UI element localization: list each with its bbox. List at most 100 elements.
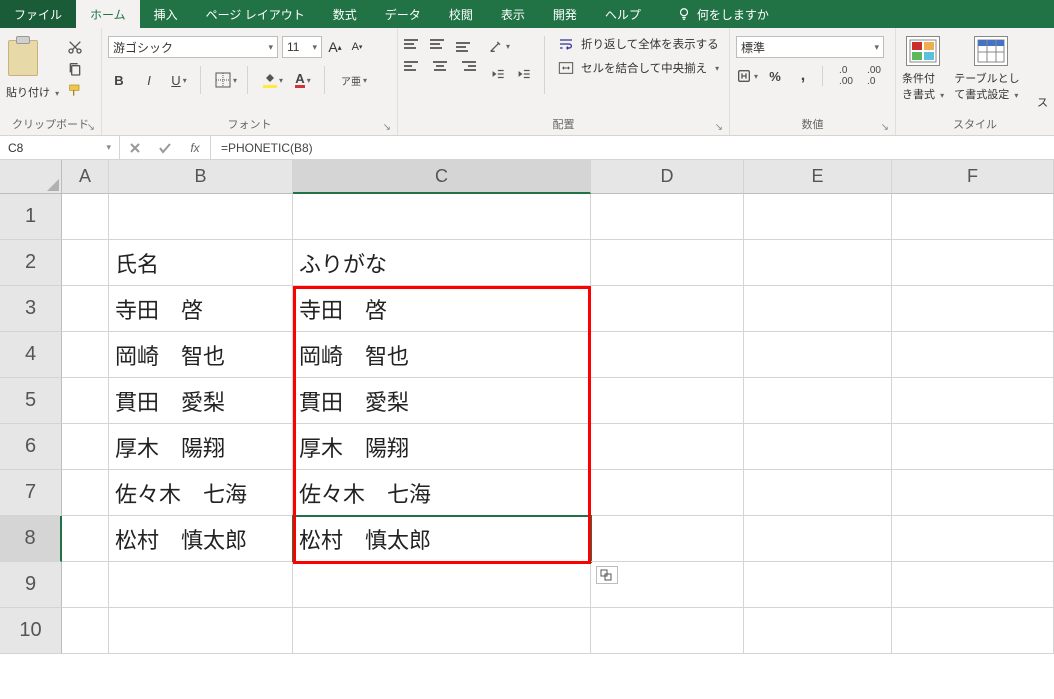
cell-B9[interactable]	[109, 562, 293, 608]
row-header-1[interactable]: 1	[0, 194, 62, 240]
cell-E6[interactable]	[744, 424, 892, 470]
row-header-3[interactable]: 3	[0, 286, 62, 332]
cell-C2[interactable]: ふりがな	[293, 240, 591, 286]
cell-F1[interactable]	[892, 194, 1054, 240]
row-header-6[interactable]: 6	[0, 424, 62, 470]
align-top-button[interactable]	[404, 36, 424, 52]
font-size-combo[interactable]: 11▾	[282, 36, 322, 58]
font-name-combo[interactable]: 游ゴシック▾	[108, 36, 278, 58]
cell-A3[interactable]	[62, 286, 109, 332]
cell-B7[interactable]: 佐々木 七海	[109, 470, 293, 516]
cell-B10[interactable]	[109, 608, 293, 654]
cell-B4[interactable]: 岡崎 智也	[109, 332, 293, 378]
cell-styles-cut[interactable]: ス	[1037, 94, 1048, 114]
dialog-launcher-icon[interactable]: ↘	[87, 122, 95, 133]
wrap-text-button[interactable]: 折り返して全体を表示する	[557, 36, 719, 52]
cell-B2[interactable]: 氏名	[109, 240, 293, 286]
cell-A7[interactable]	[62, 470, 109, 516]
cell-C8[interactable]: 松村 慎太郎	[293, 516, 591, 562]
tell-me[interactable]: 何をしますか	[663, 0, 783, 28]
cell-D3[interactable]	[591, 286, 744, 332]
increase-font-button[interactable]: A▴	[326, 38, 344, 56]
column-header-C[interactable]: C	[293, 160, 591, 194]
row-header-5[interactable]: 5	[0, 378, 62, 424]
cell-D6[interactable]	[591, 424, 744, 470]
format-as-table-button[interactable]: テーブルとして書式設定 ▾	[954, 36, 1027, 102]
cell-F2[interactable]	[892, 240, 1054, 286]
cell-F10[interactable]	[892, 608, 1054, 654]
cell-F5[interactable]	[892, 378, 1054, 424]
cell-E7[interactable]	[744, 470, 892, 516]
cell-E9[interactable]	[744, 562, 892, 608]
cell-F8[interactable]	[892, 516, 1054, 562]
align-right-button[interactable]	[456, 58, 476, 74]
dialog-launcher-icon[interactable]: ↘	[383, 122, 391, 133]
cell-C10[interactable]	[293, 608, 591, 654]
tab-page-layout[interactable]: ページ レイアウト	[192, 0, 319, 28]
row-header-2[interactable]: 2	[0, 240, 62, 286]
cell-D4[interactable]	[591, 332, 744, 378]
align-left-button[interactable]	[404, 58, 424, 74]
tab-formulas[interactable]: 数式	[319, 0, 371, 28]
cell-F9[interactable]	[892, 562, 1054, 608]
cell-B1[interactable]	[109, 194, 293, 240]
comma-button[interactable]: ,	[792, 66, 814, 86]
tab-developer[interactable]: 開発	[539, 0, 591, 28]
cell-D5[interactable]	[591, 378, 744, 424]
orientation-button[interactable]: ▾	[488, 36, 510, 56]
cell-A8[interactable]	[62, 516, 109, 562]
merge-center-button[interactable]: セルを結合して中央揃え ▾	[557, 60, 719, 76]
column-header-A[interactable]: A	[62, 160, 109, 194]
cell-C6[interactable]: 厚木 陽翔	[293, 424, 591, 470]
cell-A1[interactable]	[62, 194, 109, 240]
cell-C1[interactable]	[293, 194, 591, 240]
cell-D1[interactable]	[591, 194, 744, 240]
fill-color-button[interactable]: ▾	[262, 70, 284, 90]
select-all-corner[interactable]	[0, 160, 62, 194]
increase-decimal-button[interactable]: .0.00	[835, 66, 857, 86]
name-box[interactable]: C8 ▾	[0, 136, 120, 159]
cell-B8[interactable]: 松村 慎太郎	[109, 516, 293, 562]
paste-button[interactable]: 貼り付け ▾	[6, 36, 59, 100]
align-bottom-button[interactable]	[456, 36, 476, 52]
tab-file[interactable]: ファイル	[0, 0, 76, 28]
cell-D7[interactable]	[591, 470, 744, 516]
dialog-launcher-icon[interactable]: ↘	[715, 122, 723, 133]
align-middle-button[interactable]	[430, 36, 450, 52]
formula-input[interactable]: =PHONETIC(B8)	[211, 136, 1054, 159]
underline-button[interactable]: U▾	[168, 70, 190, 90]
cell-E3[interactable]	[744, 286, 892, 332]
cell-F3[interactable]	[892, 286, 1054, 332]
row-header-9[interactable]: 9	[0, 562, 62, 608]
cell-A5[interactable]	[62, 378, 109, 424]
border-button[interactable]: ▾	[215, 70, 237, 90]
cell-E5[interactable]	[744, 378, 892, 424]
cell-A4[interactable]	[62, 332, 109, 378]
dialog-launcher-icon[interactable]: ↘	[881, 122, 889, 133]
phonetic-button[interactable]: ア亜▾	[339, 70, 369, 90]
cancel-formula-button[interactable]	[120, 136, 150, 159]
column-header-F[interactable]: F	[892, 160, 1054, 194]
tab-insert[interactable]: 挿入	[140, 0, 192, 28]
cell-A6[interactable]	[62, 424, 109, 470]
tab-help[interactable]: ヘルプ	[591, 0, 655, 28]
cell-E8[interactable]	[744, 516, 892, 562]
cell-A10[interactable]	[62, 608, 109, 654]
italic-button[interactable]: I	[138, 70, 160, 90]
tab-view[interactable]: 表示	[487, 0, 539, 28]
number-format-combo[interactable]: 標準▾	[736, 36, 884, 58]
fx-icon[interactable]: fx	[180, 141, 210, 155]
cell-D10[interactable]	[591, 608, 744, 654]
increase-indent-button[interactable]	[514, 64, 536, 84]
tab-data[interactable]: データ	[371, 0, 435, 28]
cell-C4[interactable]: 岡崎 智也	[293, 332, 591, 378]
cell-B3[interactable]: 寺田 啓	[109, 286, 293, 332]
decrease-font-button[interactable]: A▾	[348, 38, 366, 56]
row-header-4[interactable]: 4	[0, 332, 62, 378]
column-header-B[interactable]: B	[109, 160, 293, 194]
decrease-indent-button[interactable]	[488, 64, 510, 84]
row-header-8[interactable]: 8	[0, 516, 62, 562]
row-header-10[interactable]: 10	[0, 608, 62, 654]
tab-home[interactable]: ホーム	[76, 0, 140, 28]
tab-review[interactable]: 校閲	[435, 0, 487, 28]
